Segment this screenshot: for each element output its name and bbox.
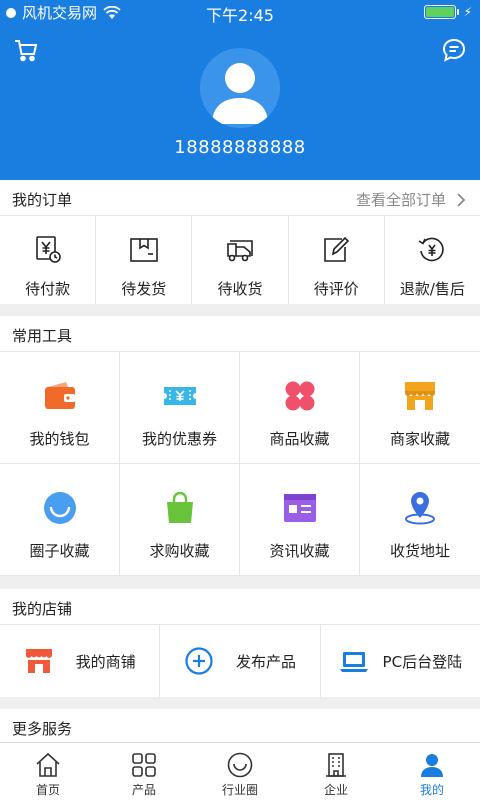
tab-label: 我的 [419, 783, 444, 797]
publish-product-button[interactable]: 发布产品 [160, 625, 321, 697]
more-services-title: 更多服务 [12, 720, 73, 738]
tools-header: 常用工具 [0, 316, 480, 352]
tools-title: 常用工具 [12, 327, 73, 345]
tool-purchase-favorites[interactable]: 求购收藏 [120, 464, 240, 576]
status-time: 下午2:45 [206, 6, 274, 25]
home-icon [36, 752, 60, 777]
order-pending-payment[interactable]: 待付款 [0, 216, 97, 304]
chevron-right-icon [457, 192, 466, 207]
tool-label: 商品收藏 [269, 430, 330, 448]
circle-smile-icon [227, 752, 253, 778]
order-pending-shipment[interactable]: 待发货 [96, 216, 193, 304]
coupon-icon [163, 387, 196, 405]
tab-label: 行业圈 [221, 783, 258, 797]
shop-header: 我的店铺 [0, 589, 480, 625]
order-refund[interactable]: 退款/售后 [385, 216, 480, 304]
bag-icon [166, 491, 193, 523]
location-icon [405, 492, 435, 525]
tool-label: 商家收藏 [389, 430, 450, 448]
my-shop-button[interactable]: 我的商铺 [0, 625, 161, 697]
tab-label: 企业 [323, 783, 348, 797]
order-label: 待评价 [313, 280, 359, 298]
view-all-orders-link[interactable]: 查看全部订单 [356, 189, 466, 210]
tool-news-favorites[interactable]: 资讯收藏 [240, 464, 360, 576]
shop-item-label: PC后台登陆 [382, 652, 463, 671]
order-label: 待收货 [217, 280, 263, 298]
avatar-placeholder-icon [212, 63, 268, 124]
tab-label: 首页 [35, 783, 60, 797]
tab-enterprise[interactable]: 企业 [288, 743, 384, 800]
tools-grid: 我的钱包 我的优惠券 商品收藏 商家收藏 圈子收藏 求购收藏 资讯收藏 收货地址 [0, 352, 480, 576]
tab-mine[interactable]: 我的 [384, 743, 480, 800]
tool-product-favorites[interactable]: 商品收藏 [240, 352, 360, 464]
order-status-row: 待付款 待发货 待收货 待评价 退款/售后 [0, 216, 480, 304]
flower-icon [285, 381, 314, 411]
shop-icon [25, 649, 52, 673]
tab-home[interactable]: 首页 [0, 743, 96, 800]
tool-shipping-address[interactable]: 收货地址 [360, 464, 480, 576]
tool-coupon[interactable]: 我的优惠券 [120, 352, 240, 464]
charging-icon: ⚡ [463, 5, 472, 19]
battery-icon [423, 5, 459, 19]
tool-label: 收货地址 [389, 542, 450, 560]
tool-label: 我的优惠券 [141, 430, 217, 448]
phone-number: 18888888888 [174, 137, 306, 158]
tab-label: 产品 [131, 783, 156, 797]
order-label: 退款/售后 [399, 280, 465, 298]
store-icon [405, 382, 435, 410]
pc-admin-login-button[interactable]: PC后台登陆 [321, 625, 480, 697]
order-pending-review[interactable]: 待评价 [289, 216, 385, 304]
order-label: 待发货 [121, 280, 167, 298]
tool-label: 资讯收藏 [269, 542, 330, 560]
tool-wallet[interactable]: 我的钱包 [0, 352, 120, 464]
order-pending-receipt[interactable]: 待收货 [192, 216, 289, 304]
shop-title: 我的店铺 [12, 600, 73, 618]
pending-payment-icon [35, 236, 61, 263]
tab-products[interactable]: 产品 [96, 743, 192, 800]
news-icon [283, 494, 316, 522]
tool-circle-favorites[interactable]: 圈子收藏 [0, 464, 120, 576]
order-label: 待付款 [25, 280, 71, 298]
wallet-icon [44, 382, 75, 409]
bottom-tab-bar: 首页 产品 行业圈 企业 我的 [0, 742, 480, 800]
grid-icon [132, 753, 156, 777]
smile-icon [43, 492, 76, 524]
pending-shipment-icon [129, 238, 158, 262]
orders-title: 我的订单 [12, 191, 73, 209]
building-icon [326, 753, 346, 777]
view-all-orders-label: 查看全部订单 [355, 191, 446, 209]
orders-header[interactable]: 我的订单 查看全部订单 [0, 180, 480, 216]
avatar[interactable] [200, 48, 280, 128]
tool-label: 圈子收藏 [29, 542, 90, 560]
user-icon [421, 754, 443, 777]
message-icon[interactable] [440, 36, 468, 64]
cart-icon[interactable] [12, 36, 40, 64]
pending-receipt-icon [227, 240, 253, 262]
status-right: ⚡ [423, 5, 472, 19]
shop-row: 我的商铺 发布产品 PC后台登陆 [0, 625, 480, 697]
pending-review-icon [324, 236, 350, 262]
tab-industry-circle[interactable]: 行业圈 [192, 743, 288, 800]
shop-item-label: 我的商铺 [75, 652, 136, 671]
refund-icon [418, 237, 445, 262]
profile-header: 风机交易网 下午2:45 ⚡ 18888888888 [0, 0, 480, 180]
shop-item-label: 发布产品 [235, 652, 296, 671]
status-bar: 风机交易网 下午2:45 ⚡ [0, 0, 480, 25]
tool-label: 我的钱包 [29, 430, 90, 448]
more-services-header: 更多服务 [0, 709, 480, 745]
plus-circle-icon [185, 647, 213, 675]
tool-store-favorites[interactable]: 商家收藏 [360, 352, 480, 464]
laptop-icon [339, 652, 368, 672]
tool-label: 求购收藏 [149, 542, 210, 560]
